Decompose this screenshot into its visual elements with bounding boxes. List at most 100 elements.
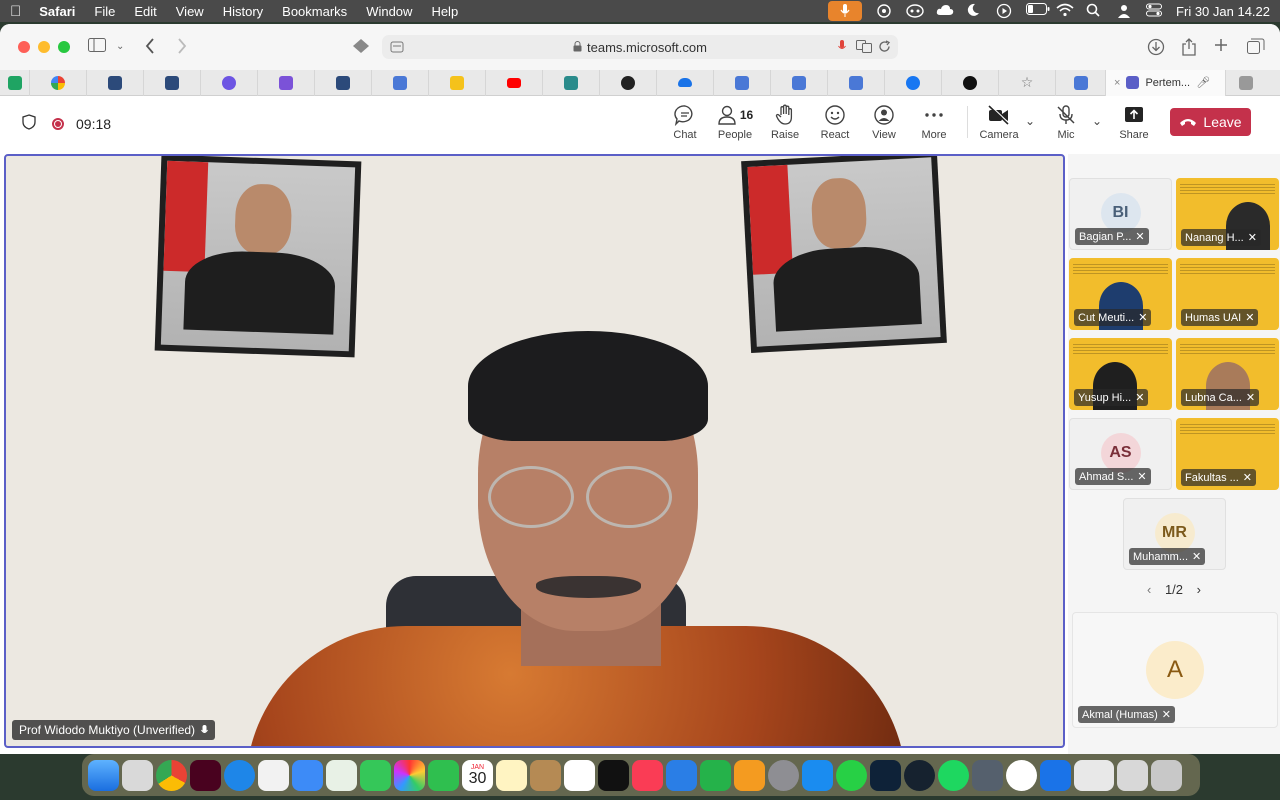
participant-tile[interactable]: BI Bagian P... ✕ (1069, 178, 1172, 250)
menu-window[interactable]: Window (366, 4, 412, 19)
battery-icon[interactable] (1026, 3, 1050, 19)
steam-icon[interactable] (904, 759, 935, 791)
chat-button[interactable]: Chat (660, 104, 710, 141)
facetime-icon[interactable] (428, 759, 459, 791)
tab-sheets[interactable] (0, 69, 30, 96)
back-button[interactable] (145, 38, 155, 59)
maps-icon[interactable] (326, 759, 357, 791)
tab-google[interactable] (30, 69, 87, 96)
mic-in-use-icon[interactable] (828, 1, 863, 21)
tab-canva[interactable] (201, 69, 258, 96)
tab-docs-d[interactable] (828, 69, 885, 96)
new-tab-icon[interactable] (1214, 38, 1228, 57)
participant-tile[interactable]: Lubna Ca... ✕ (1176, 338, 1279, 410)
notes-icon[interactable] (496, 759, 527, 791)
menu-app-safari[interactable]: Safari (39, 4, 75, 19)
tab-site-c[interactable] (315, 69, 372, 96)
reminders-icon[interactable] (258, 759, 289, 791)
contacts-icon[interactable] (530, 759, 561, 791)
page-menu-icon[interactable] (390, 40, 404, 57)
mic-button[interactable]: Mic (1041, 104, 1091, 141)
cloud-icon[interactable] (936, 3, 954, 19)
participant-tile[interactable]: Humas UAI ✕ (1176, 258, 1279, 330)
tab-docs-b[interactable] (714, 69, 771, 96)
tab-youtube[interactable] (486, 69, 543, 96)
menu-help[interactable]: Help (431, 4, 458, 19)
onedrive-app-icon[interactable] (1040, 759, 1071, 791)
menu-file[interactable]: File (94, 4, 115, 19)
user-switch-icon[interactable] (1116, 3, 1132, 19)
freeform-icon[interactable] (564, 759, 595, 791)
tab-keep[interactable] (429, 69, 486, 96)
zoom-window-button[interactable] (58, 41, 70, 53)
react-button[interactable]: React (810, 104, 860, 141)
address-bar[interactable]: teams.microsoft.com (382, 35, 898, 59)
whatsapp-icon[interactable] (836, 759, 867, 791)
documents-stack-icon[interactable] (1117, 759, 1148, 791)
apple-tv-icon[interactable] (598, 759, 629, 791)
keynote-icon[interactable] (666, 759, 697, 791)
search-icon[interactable] (1086, 3, 1102, 19)
numbers-icon[interactable] (700, 759, 731, 791)
tab-chatgpt[interactable] (600, 69, 657, 96)
translate-icon[interactable] (856, 40, 872, 56)
tab-docs-c[interactable] (771, 69, 828, 96)
lightroom-icon[interactable] (870, 759, 901, 791)
tab-site-b[interactable] (144, 69, 201, 96)
chatgpt-menu-icon[interactable] (876, 3, 892, 19)
minimize-window-button[interactable] (38, 41, 50, 53)
chevron-down-icon[interactable]: ⌄ (116, 41, 124, 52)
downloads-icon[interactable] (1147, 38, 1165, 61)
tab-mic-icon[interactable]: 🎤︎ (1196, 76, 1210, 89)
finder-icon[interactable] (88, 759, 119, 791)
mask-menu-icon[interactable] (906, 3, 924, 19)
pages-icon[interactable] (734, 759, 765, 791)
menubar-clock[interactable]: Fri 30 Jan 14.22 (1176, 4, 1270, 19)
view-button[interactable]: View (859, 104, 909, 141)
chrome-icon[interactable] (156, 759, 187, 791)
tab-overview-icon[interactable] (1247, 38, 1265, 59)
chevron-left-icon[interactable]: ‹ (1147, 582, 1151, 597)
preview-icon[interactable] (972, 759, 1003, 791)
tab-grammarly[interactable] (1226, 70, 1266, 96)
close-window-button[interactable] (18, 41, 30, 53)
participant-tile[interactable]: MR Muhamm... ✕ (1123, 498, 1226, 570)
participant-tile[interactable]: AS Ahmad S... ✕ (1069, 418, 1172, 490)
menu-edit[interactable]: Edit (134, 4, 156, 19)
tab-site-a[interactable] (87, 69, 144, 96)
shield-icon[interactable] (22, 114, 36, 133)
people-button[interactable]: 16 People (710, 104, 760, 141)
launchpad-icon[interactable] (122, 759, 153, 791)
photos-icon[interactable] (394, 759, 425, 791)
calendar-icon[interactable]: JAN 30 (462, 759, 493, 791)
play-circle-icon[interactable] (996, 3, 1012, 19)
system-settings-icon[interactable] (768, 759, 799, 791)
share-button[interactable]: Share (1109, 104, 1159, 141)
indesign-icon[interactable] (190, 759, 221, 791)
music-icon[interactable] (632, 759, 663, 791)
share-icon[interactable] (1182, 38, 1196, 61)
reload-icon[interactable] (878, 40, 891, 56)
chatgpt-app-icon[interactable] (1006, 759, 1037, 791)
trash-icon[interactable] (1151, 759, 1182, 791)
chevron-right-icon[interactable]: › (1197, 582, 1201, 597)
menu-bookmarks[interactable]: Bookmarks (282, 4, 347, 19)
tab-bookmark[interactable]: ☆ (999, 69, 1056, 96)
tab-teams-active[interactable]: × Pertem... 🎤︎ (1106, 69, 1226, 96)
safari-icon[interactable] (224, 759, 255, 791)
app-store-icon[interactable] (802, 759, 833, 791)
camera-button[interactable]: Camera (974, 104, 1024, 141)
spotify-icon[interactable] (938, 759, 969, 791)
extension-icon[interactable] (352, 38, 370, 59)
tab-onedrive[interactable] (657, 69, 714, 96)
participant-tile[interactable]: Yusup Hi... ✕ (1069, 338, 1172, 410)
close-tab-icon[interactable]: × (1114, 77, 1120, 89)
tab-facebook[interactable] (885, 69, 942, 96)
menu-view[interactable]: View (176, 4, 204, 19)
downloads-stack-icon[interactable] (1074, 759, 1114, 791)
raise-hand-button[interactable]: Raise (760, 104, 810, 141)
main-video-stage[interactable]: Prof Widodo Muktiyo (Unverified) (4, 154, 1065, 748)
control-center-icon[interactable] (1146, 3, 1163, 19)
site-mic-icon[interactable] (838, 40, 846, 56)
wifi-icon[interactable] (1056, 3, 1074, 19)
